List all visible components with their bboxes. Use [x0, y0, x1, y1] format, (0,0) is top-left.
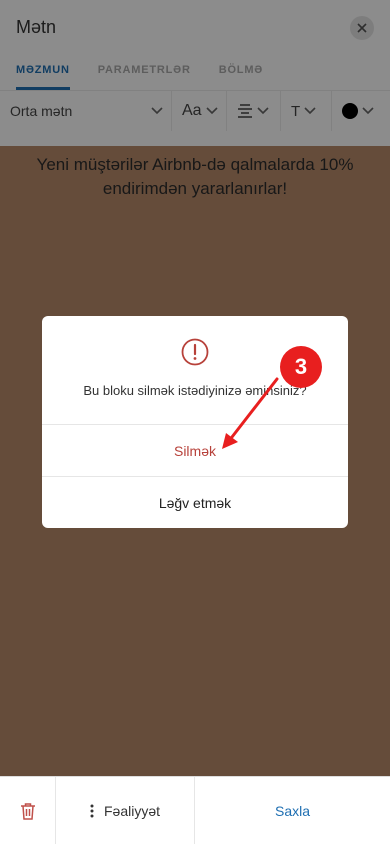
actions-label: Fəaliyyət — [103, 802, 161, 819]
bottom-bar: Fəaliyyət Saxla — [0, 776, 390, 844]
more-vertical-icon — [90, 804, 94, 817]
delete-button[interactable] — [0, 777, 56, 844]
save-button[interactable]: Saxla — [195, 777, 390, 844]
confirm-delete-button[interactable]: Silmək — [42, 424, 348, 476]
cancel-button[interactable]: Ləğv etmək — [42, 476, 348, 528]
step-badge: 3 — [280, 346, 322, 388]
trash-icon — [20, 802, 35, 820]
warning-icon — [181, 338, 209, 366]
actions-button[interactable]: Fəaliyyət — [56, 777, 195, 844]
